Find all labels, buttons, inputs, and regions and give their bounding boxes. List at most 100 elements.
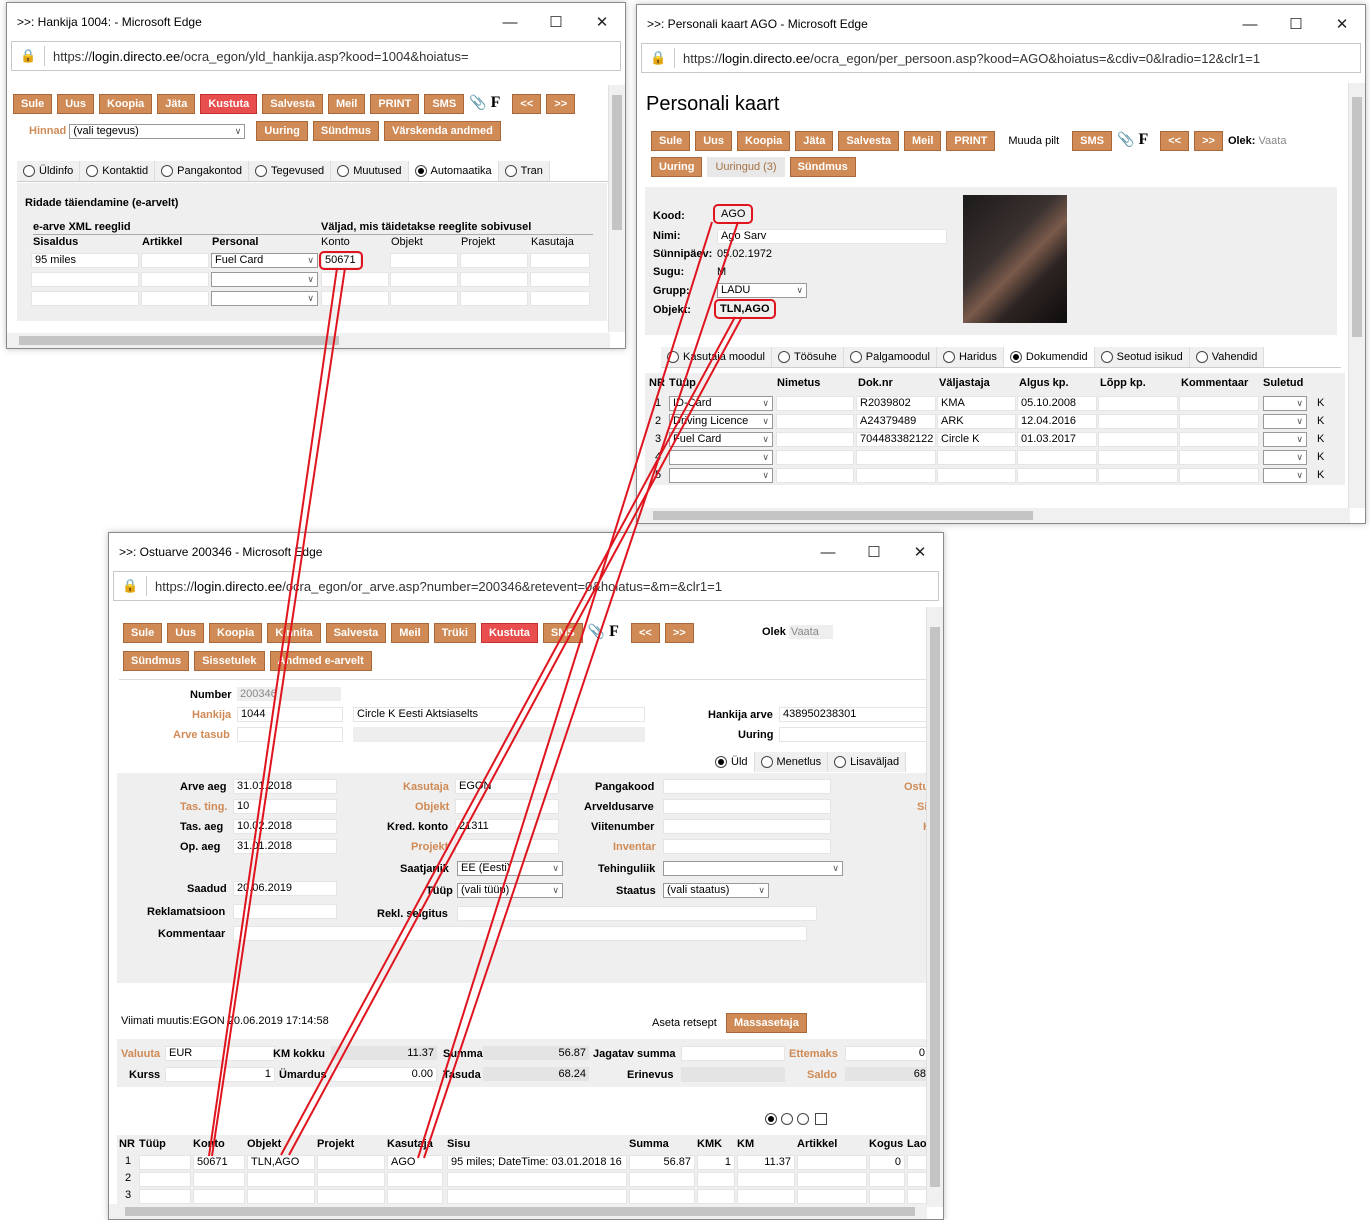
sule-button[interactable]: Sule — [13, 94, 53, 115]
sissetulek-button[interactable]: Sissetulek — [194, 651, 265, 671]
attachment-icon[interactable]: 📎 — [1117, 131, 1134, 147]
inventar-input[interactable] — [663, 839, 831, 854]
address-bar[interactable]: 🔒 https://login.directo.ee/ocra_egon/per… — [641, 43, 1361, 73]
summa-input[interactable]: 56.87 — [629, 1155, 695, 1170]
projekt-input[interactable] — [317, 1189, 385, 1204]
view-radio-2[interactable] — [781, 1113, 793, 1126]
nimi-input[interactable]: Ago Sarv — [717, 229, 947, 244]
tab-dokumendid[interactable]: Dokumendid — [1003, 347, 1095, 368]
salvesta-button[interactable]: Salvesta — [262, 94, 323, 115]
arve-tasub-input[interactable] — [237, 727, 343, 742]
minimize-icon[interactable]: — — [487, 14, 533, 31]
meil-button[interactable]: Meil — [327, 94, 366, 115]
objekt-label[interactable]: Objekt — [415, 801, 449, 813]
km-input[interactable] — [737, 1189, 795, 1204]
doc-lopp-input[interactable] — [1098, 432, 1178, 447]
projekt-input[interactable] — [455, 839, 559, 854]
doc-algus-input[interactable]: 12.04.2016 — [1017, 414, 1097, 429]
objekt-input[interactable] — [247, 1172, 315, 1187]
objekt-input[interactable] — [390, 272, 458, 287]
kred-konto-input[interactable]: 21311 — [455, 819, 559, 834]
vertical-scrollbar[interactable] — [1348, 83, 1365, 508]
summa-input[interactable] — [629, 1189, 695, 1204]
doc-nimetus-input[interactable] — [776, 432, 854, 447]
projekt-input[interactable] — [460, 291, 528, 306]
hankija-label[interactable]: Hankija — [192, 709, 231, 721]
attachment-icon[interactable]: 📎 — [588, 623, 605, 639]
tab-lisavaljad[interactable]: Lisaväljad — [828, 752, 907, 773]
artikkel-input[interactable] — [141, 291, 209, 306]
doc-nr-input[interactable]: A24379489 — [856, 414, 936, 429]
artikkel-input[interactable] — [797, 1172, 867, 1187]
saadud-input[interactable]: 20.06.2019 17:11:19 — [233, 881, 337, 896]
doc-kommentaar-input[interactable] — [1179, 432, 1259, 447]
doc-kommentaar-input[interactable] — [1179, 396, 1259, 411]
inventar-label[interactable]: Inventar — [613, 841, 656, 853]
projekt-input[interactable] — [317, 1155, 385, 1170]
konto-input[interactable] — [321, 291, 389, 306]
doc-algus-input[interactable]: 01.03.2017 — [1017, 432, 1097, 447]
andmed-earvelt-button[interactable]: Andmed e-arvelt — [269, 651, 372, 671]
doc-suletud-select[interactable] — [1263, 468, 1307, 483]
kasutaja-input[interactable] — [530, 253, 590, 268]
arve-tasub-label[interactable]: Arve tasub — [173, 729, 230, 741]
tab-yld[interactable]: Üld — [709, 752, 755, 773]
doc-nr-input[interactable] — [856, 450, 936, 465]
km-input[interactable]: 11.37 — [737, 1155, 795, 1170]
next-button[interactable]: >> — [1194, 131, 1223, 152]
doc-algus-input[interactable] — [1017, 468, 1097, 483]
next-button[interactable]: >> — [546, 94, 576, 115]
aseta-retsept-button[interactable]: Aseta retsept — [644, 1013, 725, 1033]
doc-kommentaar-input[interactable] — [1179, 414, 1259, 429]
prev-button[interactable]: << — [630, 623, 660, 644]
muuda-pilt-button[interactable]: Muuda pilt — [1000, 131, 1068, 152]
uus-button[interactable]: Uus — [167, 623, 205, 644]
tyyp-input[interactable] — [139, 1155, 191, 1170]
tab-palgamoodul[interactable]: Palgamoodul — [843, 347, 937, 368]
prev-button[interactable]: << — [1160, 131, 1190, 152]
sisu-input[interactable] — [447, 1189, 627, 1204]
objekt-input[interactable]: TLN,AGO — [247, 1155, 315, 1170]
personal-select[interactable] — [211, 291, 318, 306]
personal-select[interactable] — [211, 272, 318, 287]
tab-haridus[interactable]: Haridus — [936, 347, 1004, 368]
doc-algus-input[interactable] — [1017, 450, 1097, 465]
tehinguliik-select[interactable] — [663, 861, 843, 876]
artikkel-input[interactable] — [797, 1189, 867, 1204]
projekt-input[interactable] — [460, 253, 528, 268]
uuring-button[interactable]: Uuring — [651, 157, 703, 177]
sundmus-button[interactable]: Sündmus — [789, 157, 856, 177]
tab-menetlus[interactable]: Menetlus — [754, 752, 829, 773]
f-icon[interactable]: F — [491, 94, 501, 111]
pangakood-input[interactable] — [663, 779, 831, 794]
personal-select[interactable]: Fuel Card — [211, 253, 318, 268]
tab-pangakontod[interactable]: Pangakontod — [155, 161, 249, 182]
hankija-arve-input[interactable]: 438950238301 — [779, 707, 929, 722]
vertical-scrollbar[interactable] — [926, 607, 943, 1207]
kustuta-button[interactable]: Kustuta — [480, 623, 538, 644]
staatus-select[interactable]: (vali staatus) — [663, 883, 769, 898]
sms-button[interactable]: SMS — [424, 94, 465, 115]
op-aeg-input[interactable]: 31.01.2018 — [233, 839, 337, 854]
doc-nr-input[interactable] — [856, 468, 936, 483]
doc-suletud-select[interactable] — [1263, 396, 1307, 411]
koopia-button[interactable]: Koopia — [99, 94, 153, 115]
tab-seotud-isikud[interactable]: Seotud isikud — [1094, 347, 1190, 368]
projekt-label[interactable]: Projekt — [411, 841, 448, 853]
valuuta-label[interactable]: Valuuta — [121, 1048, 160, 1060]
jagatav-summa-input[interactable] — [681, 1046, 785, 1061]
hankija-input[interactable]: 1044 — [237, 707, 343, 722]
f-icon[interactable]: F — [1138, 131, 1148, 148]
viitenumber-input[interactable] — [663, 819, 831, 834]
doc-type-select[interactable] — [669, 450, 773, 465]
ettemaks-input[interactable]: 0 — [845, 1046, 929, 1061]
sisaldus-input[interactable] — [31, 291, 139, 306]
tyyp-input[interactable] — [139, 1172, 191, 1187]
sms-button[interactable]: SMS — [542, 623, 583, 644]
doc-nimetus-input[interactable] — [776, 468, 854, 483]
rekl-selgitus-input[interactable] — [457, 906, 817, 921]
tab-yldinfo[interactable]: Üldinfo — [17, 161, 81, 182]
koopia-button[interactable]: Koopia — [737, 131, 791, 152]
salvesta-button[interactable]: Salvesta — [325, 623, 387, 644]
sundmus-button[interactable]: Sündmus — [123, 651, 190, 671]
